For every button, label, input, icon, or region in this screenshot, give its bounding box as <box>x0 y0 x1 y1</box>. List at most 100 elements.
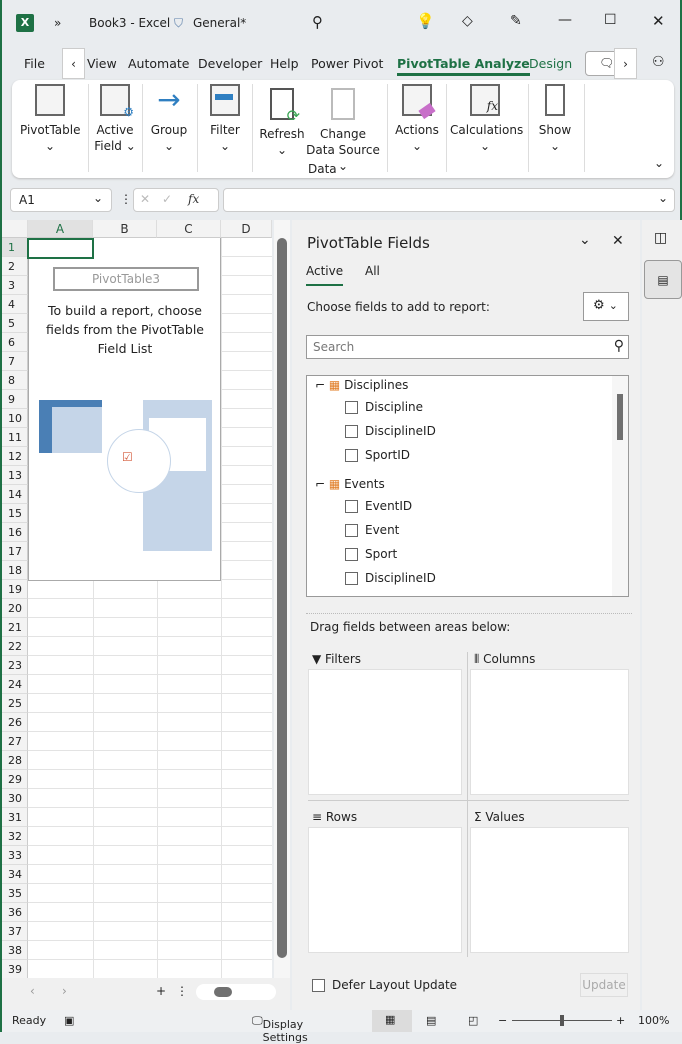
next-sheet-button[interactable]: › <box>62 984 67 998</box>
selected-cell-a1[interactable] <box>27 238 94 259</box>
row-header[interactable]: 18 <box>2 561 28 580</box>
row-header[interactable]: 35 <box>2 884 28 903</box>
row-header[interactable]: 2 <box>2 257 28 276</box>
filter-button[interactable]: Filter ⌄ <box>202 84 248 154</box>
row-header[interactable]: 15 <box>2 504 28 523</box>
field-checkbox[interactable]: Event <box>345 523 399 537</box>
row-header[interactable]: 7 <box>2 352 28 371</box>
field-checkbox[interactable]: Discipli... <box>345 595 420 596</box>
enter-icon[interactable]: ✓ <box>162 192 172 206</box>
row-header[interactable]: 25 <box>2 694 28 713</box>
select-all[interactable] <box>2 220 28 238</box>
tab-automate[interactable]: Automate <box>128 56 189 71</box>
row-header[interactable]: 17 <box>2 542 28 561</box>
row-header[interactable]: 31 <box>2 808 28 827</box>
close-button[interactable]: ✕ <box>652 12 665 30</box>
field-search-input[interactable]: Search ⚲ <box>306 335 629 359</box>
tab-developer[interactable]: Developer <box>198 56 262 71</box>
field-checkbox[interactable]: Discipline <box>345 400 423 414</box>
filters-drop-area[interactable] <box>308 669 462 795</box>
column-header-b[interactable]: B <box>93 220 157 238</box>
row-header[interactable]: 9 <box>2 390 28 409</box>
row-header[interactable]: 21 <box>2 618 28 637</box>
add-sheet-button[interactable]: + <box>156 984 166 998</box>
row-header[interactable]: 16 <box>2 523 28 542</box>
vertical-scrollbar[interactable] <box>274 220 290 978</box>
active-field-button[interactable]: ⚙ Active Field ⌄ <box>92 84 138 154</box>
search-icon[interactable]: ⚲ <box>312 13 323 31</box>
row-header[interactable]: 5 <box>2 314 28 333</box>
pane-close-button[interactable]: ✕ <box>612 233 624 249</box>
tab-file[interactable]: File <box>24 56 45 71</box>
pane-options-icon[interactable]: ⌄ <box>579 232 591 248</box>
row-header[interactable]: 12 <box>2 447 28 466</box>
row-header[interactable]: 20 <box>2 599 28 618</box>
pen-icon[interactable]: ✎ <box>510 13 522 29</box>
row-header[interactable]: 36 <box>2 903 28 922</box>
tab-power-pivot[interactable]: Power Pivot <box>311 56 383 71</box>
column-header-a[interactable]: A <box>28 220 93 238</box>
collapse-icon[interactable]: ⌐ <box>315 378 325 392</box>
field-checkbox[interactable]: SportID <box>345 448 410 462</box>
sensitivity-label[interactable]: General* <box>193 16 246 30</box>
tab-help[interactable]: Help <box>270 56 299 71</box>
insert-function-icon[interactable]: fx <box>188 192 199 206</box>
update-button[interactable]: Update <box>580 973 628 997</box>
row-header[interactable]: 10 <box>2 409 28 428</box>
field-checkbox[interactable]: DisciplineID <box>345 571 436 585</box>
row-header[interactable]: 3 <box>2 276 28 295</box>
formula-bar-options[interactable]: ⋮ <box>120 192 132 206</box>
row-header[interactable]: 13 <box>2 466 28 485</box>
row-header[interactable]: 11 <box>2 428 28 447</box>
page-break-view-button[interactable]: ◰ <box>468 1014 478 1027</box>
column-header-c[interactable]: C <box>157 220 221 238</box>
field-list-scrollbar[interactable] <box>612 376 628 596</box>
row-header[interactable]: 27 <box>2 732 28 751</box>
prev-sheet-button[interactable]: ‹ <box>30 984 35 998</box>
row-header[interactable]: 37 <box>2 922 28 941</box>
row-header[interactable]: 22 <box>2 637 28 656</box>
tab-all[interactable]: All <box>365 264 380 278</box>
table-node[interactable]: ⌐ ▦ Events <box>315 477 385 491</box>
row-header[interactable]: 26 <box>2 713 28 732</box>
row-header[interactable]: 19 <box>2 580 28 599</box>
defer-layout-checkbox[interactable]: Defer Layout Update <box>312 978 457 992</box>
formula-input[interactable]: ⌄ <box>223 188 675 212</box>
row-header[interactable]: 29 <box>2 770 28 789</box>
zoom-out-button[interactable]: − <box>498 1014 507 1027</box>
lightbulb-icon[interactable]: 💡 <box>416 12 435 30</box>
columns-drop-area[interactable] <box>470 669 629 795</box>
row-header[interactable]: 34 <box>2 865 28 884</box>
field-checkbox[interactable]: DisciplineID <box>345 424 436 438</box>
collapse-ribbon-icon[interactable]: ⌄ <box>654 156 664 170</box>
display-settings-button[interactable]: 🖵 Display Settings <box>252 1014 308 1044</box>
shield-icon[interactable]: ⛉ <box>174 16 183 31</box>
row-header[interactable]: 28 <box>2 751 28 770</box>
horizontal-scrollbar[interactable] <box>196 984 276 1000</box>
row-header[interactable]: 38 <box>2 941 28 960</box>
show-button[interactable]: Show ⌄ <box>532 84 578 154</box>
row-header[interactable]: 1 <box>2 238 28 257</box>
page-layout-view-button[interactable]: ▤ <box>426 1014 436 1027</box>
scroll-tabs-left-button[interactable]: ‹ <box>62 48 85 79</box>
more-commands-icon[interactable]: » <box>54 16 61 30</box>
zoom-in-button[interactable]: + <box>616 1014 625 1027</box>
row-header[interactable]: 32 <box>2 827 28 846</box>
field-checkbox[interactable]: EventID <box>345 499 412 513</box>
pane-layout-icon[interactable]: ◫ <box>654 230 667 246</box>
worksheet-grid[interactable]: A B C D 1 2 3 4 5 6 7 8 9 10 11 12 13 14 15 16 17 18 19 20 2… <box>2 220 272 978</box>
normal-view-button[interactable]: ▦ <box>372 1010 412 1032</box>
calculations-button[interactable]: fx Calculations ⌄ <box>450 84 523 154</box>
share-icon[interactable]: ⚇ <box>652 54 665 70</box>
collapse-icon[interactable]: ⌐ <box>315 477 325 491</box>
row-header[interactable]: 33 <box>2 846 28 865</box>
zoom-slider[interactable] <box>512 1015 612 1026</box>
group-button[interactable]: → Group ⌄ <box>146 84 192 154</box>
tools-gear-button[interactable]: ⚙ ⌄ <box>583 292 629 321</box>
table-node[interactable]: ⌐ ▦ Disciplines <box>315 378 408 392</box>
tab-pivottable-analyze[interactable]: PivotTable Analyze <box>397 56 530 76</box>
minimize-button[interactable]: — <box>558 12 572 28</box>
zoom-level[interactable]: 100% <box>638 1014 669 1027</box>
accessibility-icon[interactable]: ▣ <box>64 1014 74 1027</box>
row-header[interactable]: 4 <box>2 295 28 314</box>
